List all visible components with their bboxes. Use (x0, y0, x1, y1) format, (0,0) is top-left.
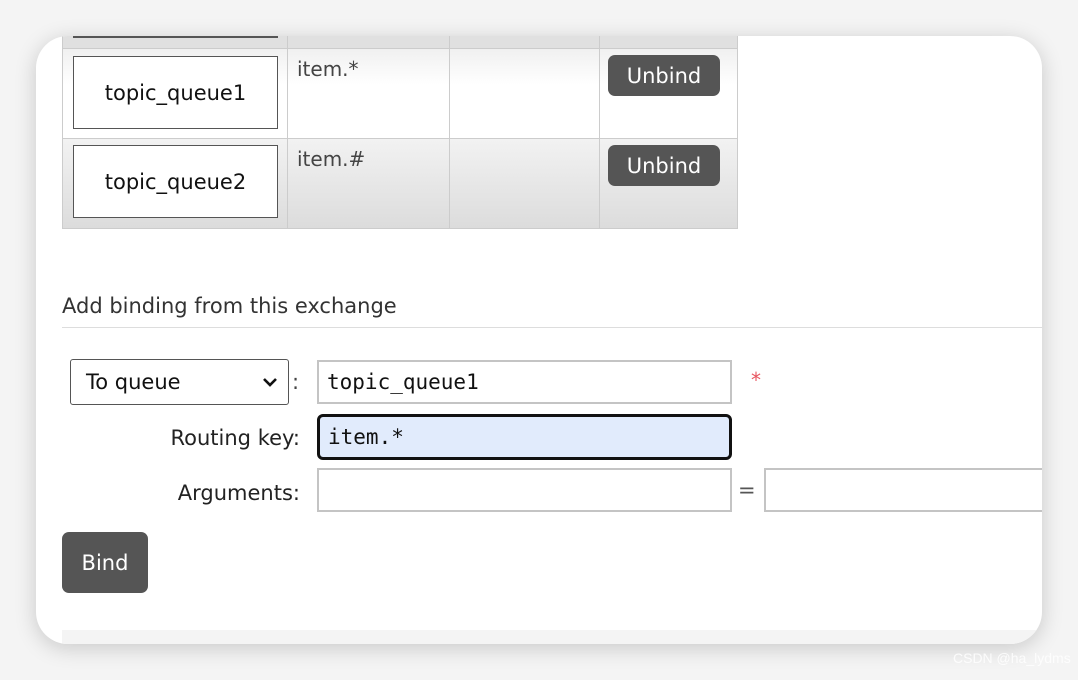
bind-button[interactable]: Bind (62, 532, 148, 593)
routing-key-text: item.* (297, 57, 359, 81)
watermark: CSDN @ha_lydms (953, 650, 1071, 666)
unbind-button[interactable]: Unbind (608, 55, 720, 96)
queue-box-edge (73, 36, 278, 38)
routing-key-cell: item.# (287, 138, 450, 229)
arguments-label: Arguments: (177, 481, 300, 505)
argument-value-input[interactable] (764, 468, 1042, 512)
required-marker: * (751, 368, 761, 392)
destination-cell: topic_queue2 (62, 138, 288, 229)
content-card: topic_queue1 item.* Unbind topic_queue2 … (36, 36, 1042, 644)
queue-link[interactable]: topic_queue2 (73, 145, 278, 218)
routing-key-text: item.# (297, 147, 366, 171)
action-cell: Unbind (599, 138, 738, 229)
section-heading: Add binding from this exchange (62, 294, 397, 318)
unbind-button[interactable]: Unbind (608, 145, 720, 186)
arguments-cell (449, 138, 600, 229)
destination-input[interactable]: topic_queue1 (317, 360, 732, 404)
select-value: To queue (86, 370, 181, 394)
destination-cell: topic_queue1 (62, 48, 288, 139)
destination-type-select[interactable]: To queue (70, 359, 289, 405)
action-cell: Unbind (599, 48, 738, 139)
routing-key-cell: item.* (287, 48, 450, 139)
equals-sign: = (738, 478, 756, 502)
colon: : (292, 370, 300, 394)
footer-band (62, 630, 1042, 644)
routing-key-input[interactable]: item.* (317, 414, 732, 460)
section-divider (62, 327, 1042, 328)
arguments-cell (449, 48, 600, 139)
queue-link[interactable]: topic_queue1 (73, 56, 278, 129)
chevron-down-icon (263, 378, 277, 387)
argument-key-input[interactable] (317, 468, 732, 512)
routing-key-label: Routing key: (170, 426, 301, 450)
